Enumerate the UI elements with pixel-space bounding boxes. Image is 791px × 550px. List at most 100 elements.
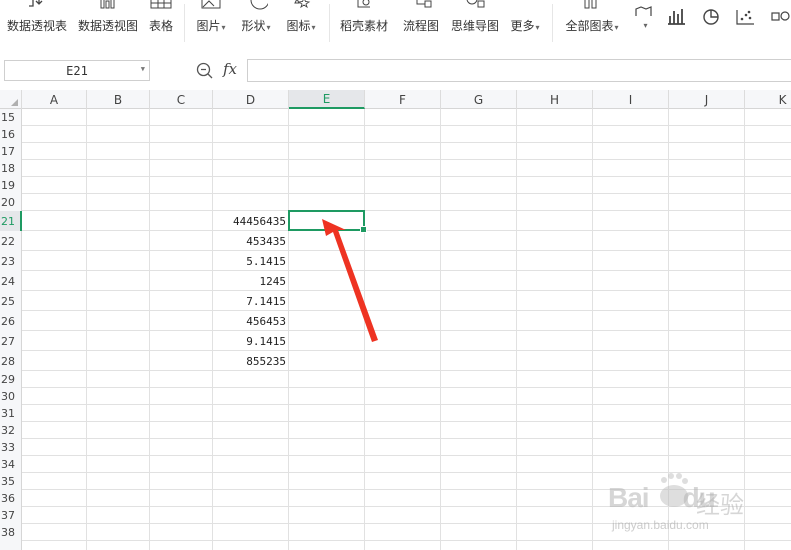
column-header-k[interactable]: K (745, 90, 791, 109)
row-header-19[interactable]: 19 (0, 177, 22, 194)
docer-material-label: 稻壳素材 (339, 19, 388, 33)
chevron-down-icon: ▾ (643, 21, 648, 30)
chevron-down-icon[interactable]: ▼ (141, 65, 145, 73)
row-header-24[interactable]: 24 (0, 271, 22, 291)
row-header-36[interactable]: 36 (0, 490, 22, 507)
icon-library-label: 图标 (286, 19, 311, 33)
fx-icon[interactable]: fx (223, 60, 237, 78)
grid-line (22, 350, 791, 351)
ribbon-divider (329, 4, 330, 42)
icon-library-icon (289, 0, 313, 12)
row-header-22[interactable]: 22 (0, 231, 22, 251)
grid-line (22, 540, 791, 541)
scatter-chart-icon (734, 0, 758, 25)
icon-library-button[interactable]: 图标▾ (283, 0, 319, 47)
row-header-27[interactable]: 27 (0, 331, 22, 351)
docer-material-button[interactable]: 稻壳素材 (337, 0, 391, 47)
more-label: 更多 (510, 19, 535, 33)
select-all-corner[interactable] (0, 90, 22, 109)
fill-handle[interactable] (360, 226, 367, 233)
row-header-30[interactable]: 30 (0, 388, 22, 405)
name-box[interactable]: E21 ▼ (4, 60, 150, 81)
row-header-35[interactable]: 35 (0, 473, 22, 490)
table-icon (149, 0, 173, 12)
chevron-down-icon: ▾ (221, 23, 226, 32)
more-icon (513, 0, 537, 12)
map-chart-button[interactable]: ▾ (630, 0, 660, 47)
shape-button[interactable]: 形状▾ (238, 0, 274, 47)
zoom-icon[interactable] (196, 62, 214, 80)
grid-line (22, 125, 791, 126)
row-header-20[interactable]: 20 (0, 194, 22, 211)
row-header-28[interactable]: 28 (0, 351, 22, 371)
pivot-chart-icon (96, 0, 120, 12)
flowchart-button[interactable]: 流程图 (400, 0, 442, 47)
row-header-23[interactable]: 23 (0, 251, 22, 271)
cell-d23[interactable]: 5.1415 (213, 255, 286, 268)
column-header-i[interactable]: I (593, 90, 669, 109)
row-header-16[interactable]: 16 (0, 126, 22, 143)
row-header-37[interactable]: 37 (0, 507, 22, 524)
chevron-down-icon: ▾ (311, 23, 316, 32)
chevron-down-icon: ▾ (614, 23, 619, 32)
pivot-chart-button[interactable]: 数据透视图 (77, 0, 139, 47)
formula-input[interactable] (247, 59, 791, 82)
cell-d28[interactable]: 855235 (213, 355, 286, 368)
insert-ribbon: 数据透视表 数据透视图 表格 图片▾ 形状▾ 图标▾ 稻壳素材 流程图 思维导图… (0, 0, 791, 48)
baidu-watermark: Bai du 经验 jingyan.baidu.com (604, 470, 754, 540)
grid-line (22, 290, 791, 291)
grid-line (22, 270, 791, 271)
cell-d26[interactable]: 456453 (213, 315, 286, 328)
row-header-15[interactable]: 15 (0, 109, 22, 126)
grid-line (22, 230, 791, 231)
grid-line (22, 421, 791, 422)
cell-d22[interactable]: 453435 (213, 235, 286, 248)
row-header-38[interactable]: 38 (0, 524, 22, 541)
chevron-down-icon: ▾ (535, 23, 540, 32)
ribbon-divider (552, 4, 553, 42)
column-header-h[interactable]: H (517, 90, 593, 109)
column-header-e[interactable]: E (289, 90, 365, 109)
pivot-table-button[interactable]: 数据透视表 (6, 0, 68, 47)
row-header-17[interactable]: 17 (0, 143, 22, 160)
table-button[interactable]: 表格 (146, 0, 176, 47)
column-header-f[interactable]: F (365, 90, 441, 109)
cell-d25[interactable]: 7.1415 (213, 295, 286, 308)
picture-button[interactable]: 图片▾ (193, 0, 229, 47)
other-chart-button[interactable] (765, 0, 791, 47)
row-header-33[interactable]: 33 (0, 439, 22, 456)
grid-line (22, 193, 791, 194)
row-header-31[interactable]: 31 (0, 405, 22, 422)
cell-d21[interactable]: 44456435 (213, 215, 286, 228)
column-header-j[interactable]: J (669, 90, 745, 109)
grid-line (22, 438, 791, 439)
picture-icon (199, 0, 223, 12)
formula-bar: E21 ▼ fx (0, 47, 791, 90)
column-header-b[interactable]: B (87, 90, 150, 109)
grid-line (22, 176, 791, 177)
row-header-32[interactable]: 32 (0, 422, 22, 439)
active-cell-border[interactable] (288, 210, 367, 233)
pie-chart-button[interactable] (697, 0, 727, 47)
grid-line (22, 159, 791, 160)
scatter-chart-button[interactable] (731, 0, 761, 47)
grid-line (22, 370, 791, 371)
column-header-d[interactable]: D (213, 90, 289, 109)
column-header-g[interactable]: G (441, 90, 517, 109)
column-header-c[interactable]: C (150, 90, 213, 109)
column-header-a[interactable]: A (22, 90, 87, 109)
row-header-18[interactable]: 18 (0, 160, 22, 177)
mindmap-button[interactable]: 思维导图 (448, 0, 502, 47)
row-header-26[interactable]: 26 (0, 311, 22, 331)
chevron-down-icon: ▾ (266, 23, 271, 32)
cell-d24[interactable]: 1245 (213, 275, 287, 288)
column-chart-button[interactable] (662, 0, 692, 47)
all-charts-button[interactable]: 全部图表▾ (562, 0, 622, 47)
pivot-table-label: 数据透视表 (6, 19, 67, 33)
row-header-25[interactable]: 25 (0, 291, 22, 311)
row-header-34[interactable]: 34 (0, 456, 22, 473)
row-header-29[interactable]: 29 (0, 371, 22, 388)
row-header-21[interactable]: 21 (0, 211, 22, 231)
cell-d27[interactable]: 9.1415 (213, 335, 286, 348)
more-button[interactable]: 更多▾ (507, 0, 543, 47)
